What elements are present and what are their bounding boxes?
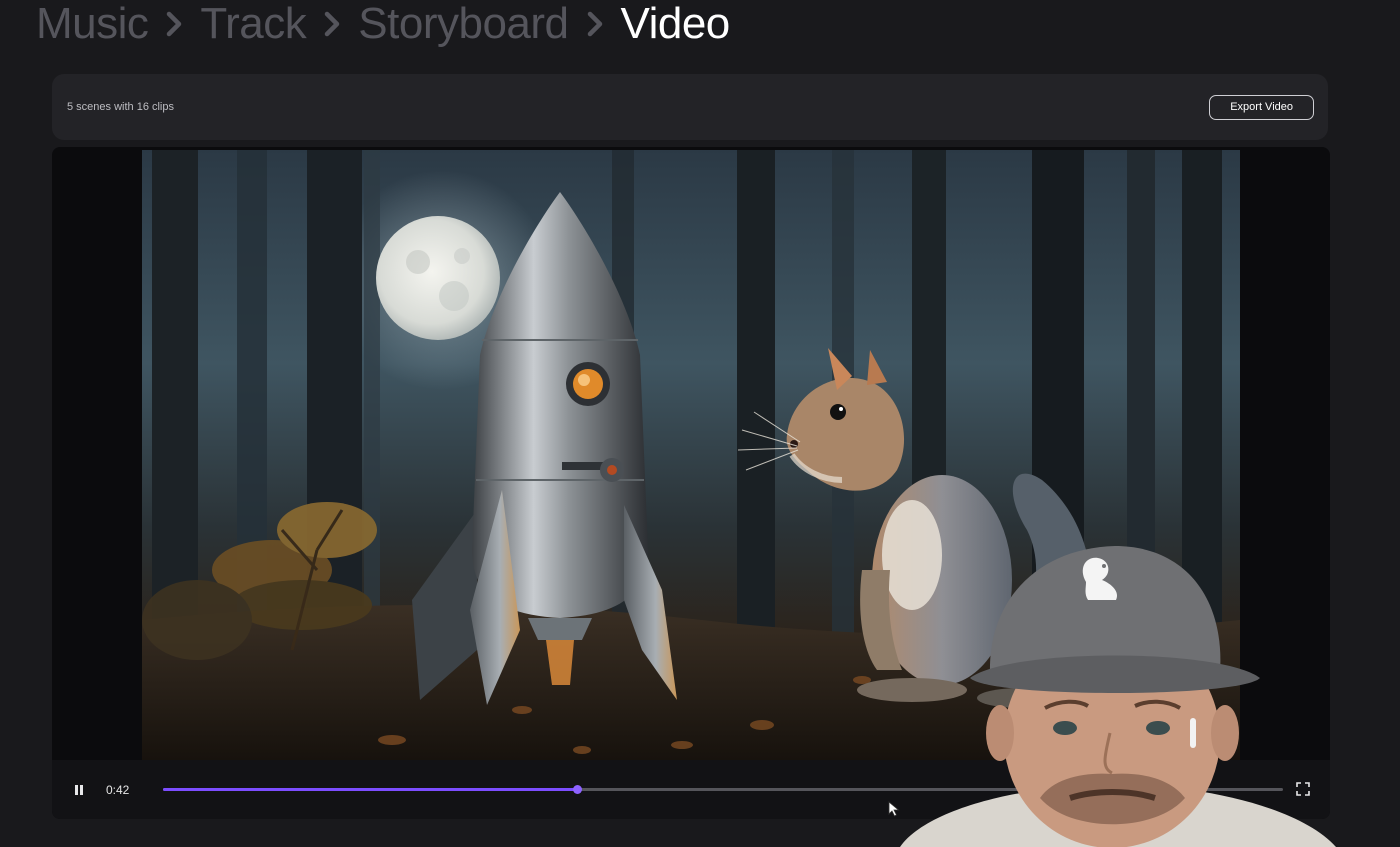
- pause-icon[interactable]: [72, 782, 86, 798]
- presenter-webcam-image: [900, 546, 1336, 847]
- scene-summary: 5 scenes with 16 clips: [67, 101, 174, 113]
- breadcrumb-track[interactable]: Track: [200, 2, 306, 46]
- chevron-right-icon: [320, 2, 344, 46]
- breadcrumb-music[interactable]: Music: [36, 2, 149, 46]
- chevron-right-icon: [583, 2, 607, 46]
- webcam-overlay: [890, 528, 1336, 847]
- video-toolbar: 5 scenes with 16 clips Export Video: [52, 74, 1328, 140]
- breadcrumb-storyboard[interactable]: Storyboard: [358, 2, 569, 46]
- breadcrumb-video: Video: [620, 0, 731, 48]
- mouse-cursor-icon: [888, 801, 900, 817]
- breadcrumb: Music Track Storyboard Video: [36, 0, 730, 48]
- seek-bar-progress: [163, 788, 578, 791]
- seek-bar-handle[interactable]: [573, 785, 583, 794]
- current-time: 0:42: [106, 783, 130, 797]
- export-video-button[interactable]: Export Video: [1209, 94, 1314, 120]
- chevron-right-icon: [162, 2, 186, 46]
